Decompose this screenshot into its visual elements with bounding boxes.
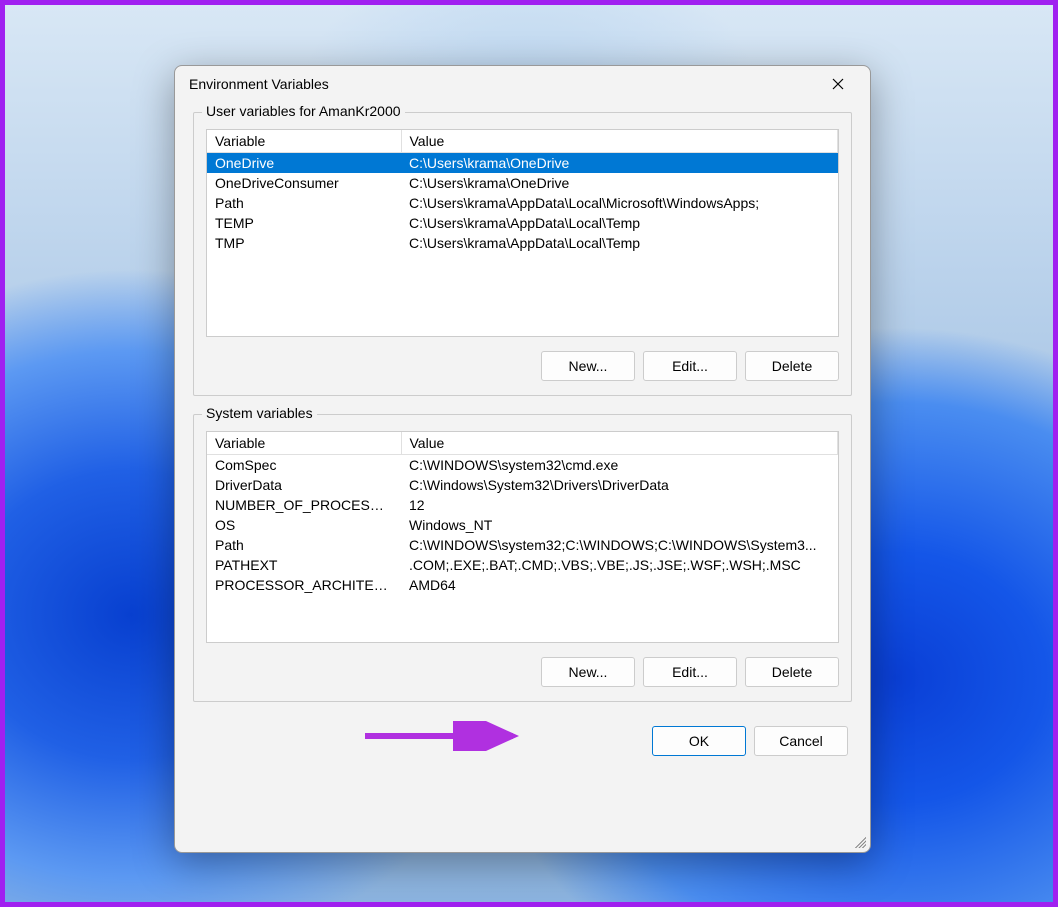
cell-variable: ComSpec [207, 455, 401, 476]
cell-value: C:\WINDOWS\system32\cmd.exe [401, 455, 838, 476]
user-variables-legend: User variables for AmanKr2000 [202, 103, 405, 119]
close-icon [832, 78, 844, 90]
table-row[interactable]: DriverDataC:\Windows\System32\Drivers\Dr… [207, 475, 838, 495]
cell-variable: NUMBER_OF_PROCESSORS [207, 495, 401, 515]
cell-variable: PATHEXT [207, 555, 401, 575]
cell-value: 12 [401, 495, 838, 515]
cell-value: C:\Users\krama\OneDrive [401, 153, 838, 174]
cell-value: .COM;.EXE;.BAT;.CMD;.VBS;.VBE;.JS;.JSE;.… [401, 555, 838, 575]
table-row[interactable]: OneDriveConsumerC:\Users\krama\OneDrive [207, 173, 838, 193]
system-variables-table[interactable]: Variable Value ComSpecC:\WINDOWS\system3… [206, 431, 839, 643]
cell-variable: Path [207, 193, 401, 213]
user-delete-button[interactable]: Delete [745, 351, 839, 381]
user-edit-button[interactable]: Edit... [643, 351, 737, 381]
table-row[interactable]: OSWindows_NT [207, 515, 838, 535]
system-new-button[interactable]: New... [541, 657, 635, 687]
user-new-button[interactable]: New... [541, 351, 635, 381]
ok-button[interactable]: OK [652, 726, 746, 756]
cell-value: C:\Users\krama\OneDrive [401, 173, 838, 193]
cell-variable: PROCESSOR_ARCHITECTU... [207, 575, 401, 595]
system-edit-button[interactable]: Edit... [643, 657, 737, 687]
cell-value: C:\Users\krama\AppData\Local\Temp [401, 233, 838, 253]
cell-variable: Path [207, 535, 401, 555]
table-row[interactable]: OneDriveC:\Users\krama\OneDrive [207, 153, 838, 174]
cell-variable: DriverData [207, 475, 401, 495]
dialog-title: Environment Variables [189, 76, 816, 92]
table-row[interactable]: PathC:\WINDOWS\system32;C:\WINDOWS;C:\WI… [207, 535, 838, 555]
column-header-variable[interactable]: Variable [207, 432, 401, 455]
table-row[interactable]: ComSpecC:\WINDOWS\system32\cmd.exe [207, 455, 838, 476]
cell-value: C:\Users\krama\AppData\Local\Microsoft\W… [401, 193, 838, 213]
system-variables-group: System variables Variable Value ComSpecC… [193, 414, 852, 702]
column-header-value[interactable]: Value [401, 130, 838, 153]
cell-value: C:\WINDOWS\system32;C:\WINDOWS;C:\WINDOW… [401, 535, 838, 555]
resize-grip[interactable] [852, 834, 866, 848]
column-header-value[interactable]: Value [401, 432, 838, 455]
titlebar: Environment Variables [175, 66, 870, 102]
cell-value: C:\Users\krama\AppData\Local\Temp [401, 213, 838, 233]
cancel-button[interactable]: Cancel [754, 726, 848, 756]
table-row[interactable]: TMPC:\Users\krama\AppData\Local\Temp [207, 233, 838, 253]
column-header-variable[interactable]: Variable [207, 130, 401, 153]
cell-variable: OneDriveConsumer [207, 173, 401, 193]
system-variables-legend: System variables [202, 405, 317, 421]
cell-value: C:\Windows\System32\Drivers\DriverData [401, 475, 838, 495]
cell-variable: OneDrive [207, 153, 401, 174]
table-row[interactable]: PROCESSOR_ARCHITECTU...AMD64 [207, 575, 838, 595]
table-row[interactable]: TEMPC:\Users\krama\AppData\Local\Temp [207, 213, 838, 233]
table-row[interactable]: PATHEXT.COM;.EXE;.BAT;.CMD;.VBS;.VBE;.JS… [207, 555, 838, 575]
cell-variable: TMP [207, 233, 401, 253]
cell-variable: OS [207, 515, 401, 535]
cell-value: AMD64 [401, 575, 838, 595]
table-row[interactable]: NUMBER_OF_PROCESSORS12 [207, 495, 838, 515]
close-button[interactable] [816, 69, 860, 99]
cell-value: Windows_NT [401, 515, 838, 535]
environment-variables-dialog: Environment Variables User variables for… [174, 65, 871, 853]
user-variables-group: User variables for AmanKr2000 Variable V… [193, 112, 852, 396]
user-variables-table[interactable]: Variable Value OneDriveC:\Users\krama\On… [206, 129, 839, 337]
system-delete-button[interactable]: Delete [745, 657, 839, 687]
cell-variable: TEMP [207, 213, 401, 233]
table-row[interactable]: PathC:\Users\krama\AppData\Local\Microso… [207, 193, 838, 213]
